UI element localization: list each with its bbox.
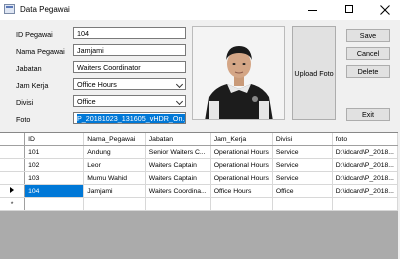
table-cell[interactable]	[83, 197, 146, 211]
table-cell[interactable]: Service	[272, 171, 333, 185]
table-cell[interactable]: Service	[272, 158, 333, 172]
row-header-current[interactable]	[0, 184, 26, 198]
minimize-button[interactable]	[300, 0, 326, 20]
delete-button[interactable]: Delete	[346, 65, 390, 78]
foto-path-value: P_20181023_131605_vHDR_On.jpg	[77, 114, 185, 123]
divisi-label: Divisi	[16, 98, 34, 107]
app-window: Data Pegawai ID Pegawai Nama Pegawai Jab…	[0, 0, 400, 259]
table-cell[interactable]: Office Hours	[210, 184, 273, 198]
column-header[interactable]: Divisi	[272, 133, 333, 146]
column-header[interactable]: foto	[332, 133, 399, 146]
table-header-row: ID Nama_Pegawai Jabatan Jam_Kerja Divisi…	[0, 133, 399, 146]
divisi-value: Office	[77, 97, 96, 106]
jam-kerja-label: Jam Kerja	[16, 81, 49, 90]
table-cell[interactable]: Waiters Coordina...	[145, 184, 211, 198]
nama-label: Nama Pegawai	[16, 47, 65, 56]
table-cell[interactable]: Leor	[83, 158, 146, 172]
column-header[interactable]: Jabatan	[145, 133, 211, 146]
employee-data-grid[interactable]: ID Nama_Pegawai Jabatan Jam_Kerja Divisi…	[0, 132, 399, 259]
exit-button[interactable]: Exit	[346, 108, 390, 121]
jabatan-label: Jabatan	[16, 64, 42, 73]
maximize-button[interactable]	[336, 0, 362, 20]
table-cell[interactable]	[145, 197, 211, 211]
row-header[interactable]	[0, 145, 26, 159]
table-cell[interactable]: D:\idcard\P_2018...	[332, 171, 399, 185]
table-cell[interactable]: 103	[24, 171, 85, 185]
column-header[interactable]: Jam_Kerja	[210, 133, 273, 146]
cancel-button[interactable]: Cancel	[346, 47, 390, 60]
table-cell[interactable]: Office	[272, 184, 333, 198]
table-row[interactable]: 101 Andung Senior Waiters C... Operation…	[0, 145, 399, 159]
window-title: Data Pegawai	[20, 5, 70, 14]
employee-table: ID Nama_Pegawai Jabatan Jam_Kerja Divisi…	[0, 133, 399, 211]
table-cell[interactable]: Operational Hours	[210, 158, 273, 172]
upload-photo-button[interactable]: Upload Foto	[292, 26, 336, 120]
close-icon	[380, 5, 390, 15]
foto-label: Foto	[16, 115, 31, 124]
table-cell[interactable]: Mumu Wahid	[83, 171, 146, 185]
table-cell[interactable]: D:\idcard\P_2018...	[332, 184, 399, 198]
table-cell[interactable]: Operational Hours	[210, 145, 273, 159]
table-row-selected[interactable]: 104 Jamjami Waiters Coordina... Office H…	[0, 184, 399, 198]
table-cell[interactable]	[332, 197, 399, 211]
jam-kerja-value: Office Hours	[77, 80, 117, 89]
table-cell[interactable]	[272, 197, 333, 211]
id-field[interactable]: 104	[73, 27, 186, 39]
person-photo-image	[193, 27, 284, 119]
divisi-select[interactable]: Office	[73, 95, 186, 107]
table-cell[interactable]: Operational Hours	[210, 171, 273, 185]
close-button[interactable]	[372, 0, 398, 20]
table-cell[interactable]: 101	[24, 145, 85, 159]
window-icon	[4, 4, 15, 14]
row-header[interactable]	[0, 158, 26, 172]
table-cell[interactable]: D:\idcard\P_2018...	[332, 158, 399, 172]
jabatan-field[interactable]: Waiters Coordinator	[73, 61, 186, 73]
title-bar: Data Pegawai	[0, 0, 400, 20]
table-cell[interactable]	[24, 197, 85, 211]
table-row[interactable]: 102 Leor Waiters Captain Operational Hou…	[0, 158, 399, 172]
nama-field[interactable]: Jamjami	[73, 44, 186, 56]
table-cell[interactable]: D:\idcard\P_2018...	[332, 145, 399, 159]
row-header[interactable]	[0, 171, 26, 185]
table-cell[interactable]	[210, 197, 273, 211]
foto-path-field[interactable]: P_20181023_131605_vHDR_On.jpg	[73, 112, 186, 124]
row-header-corner	[0, 133, 26, 146]
id-label: ID Pegawai	[16, 30, 53, 39]
table-cell[interactable]: Service	[272, 145, 333, 159]
table-cell[interactable]: Senior Waiters C...	[145, 145, 211, 159]
new-row-marker: *	[0, 197, 26, 211]
table-cell[interactable]: Waiters Captain	[145, 171, 211, 185]
column-header[interactable]: Nama_Pegawai	[83, 133, 146, 146]
table-cell[interactable]: 102	[24, 158, 85, 172]
table-cell[interactable]: Jamjami	[83, 184, 146, 198]
chevron-down-icon	[175, 97, 184, 106]
chevron-down-icon	[175, 80, 184, 89]
column-header[interactable]: ID	[24, 133, 85, 146]
table-cell-selected[interactable]: 104	[24, 184, 85, 198]
table-cell[interactable]: Waiters Captain	[145, 158, 211, 172]
jam-kerja-select[interactable]: Office Hours	[73, 78, 186, 90]
table-cell[interactable]: Andung	[83, 145, 146, 159]
current-row-icon	[10, 187, 15, 193]
table-row[interactable]: 103 Mumu Wahid Waiters Captain Operation…	[0, 171, 399, 185]
table-new-row[interactable]: *	[0, 197, 399, 211]
employee-photo	[192, 26, 285, 120]
save-button[interactable]: Save	[346, 29, 390, 42]
